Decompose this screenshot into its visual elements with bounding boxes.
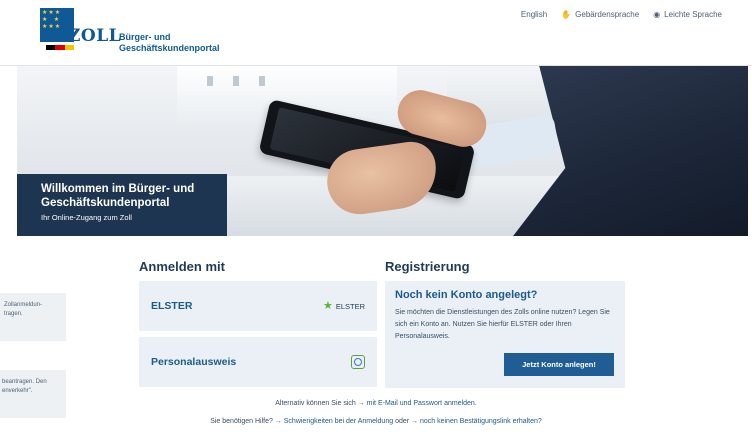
- create-account-button[interactable]: Jetzt Konto anlegen!: [504, 353, 614, 376]
- alternative-login-line: Alternativ können Sie sich → mit E-Mail …: [275, 400, 477, 407]
- portal-name: Bürger- und Geschäftskundenportal: [119, 32, 220, 53]
- easy-language-icon: ◉: [653, 10, 661, 19]
- registration-heading: Registrierung: [385, 259, 470, 274]
- no-confirmation-link[interactable]: → noch keinen Bestätigungslink erhalten?: [411, 418, 542, 425]
- side-info-box: beantragen. Den enverkehr".: [0, 370, 66, 418]
- personalausweis-label: Personalausweis: [151, 356, 237, 368]
- language-links: English ✋ Gebärdensprache ◉ Leichte Spra…: [521, 10, 722, 19]
- eid-icon: [351, 355, 365, 369]
- elster-badge: ★ ELSTER: [322, 300, 365, 312]
- side-info-box: Zollanmeldun- tragen.: [0, 293, 66, 341]
- personalausweis-login-button[interactable]: Personalausweis: [139, 337, 377, 387]
- elster-login-button[interactable]: ELSTER ★ ELSTER: [139, 281, 377, 331]
- zoll-logo[interactable]: ★★★ ★ ★ ★★★ ZOLL Bürger- und Geschäftskund…: [40, 8, 240, 56]
- logo-wordmark: ZOLL: [68, 26, 122, 46]
- sign-language-icon: ✋: [561, 10, 572, 19]
- elster-label: ELSTER: [151, 300, 193, 312]
- easy-language-link[interactable]: ◉ Leichte Sprache: [653, 10, 722, 19]
- registration-card-title: Noch kein Konto angelegt?: [395, 289, 538, 301]
- hero-subtitle: Ihr Online-Zugang zum Zoll: [41, 213, 132, 222]
- login-problems-link[interactable]: → Schwierigkeiten bei der Anmeldung: [275, 418, 393, 425]
- hero-caption: Willkommen im Bürger- und Geschäftskunde…: [17, 174, 227, 236]
- email-password-login-link[interactable]: → mit E-Mail und Passwort anmelden.: [358, 400, 477, 407]
- help-line: Sie benötigen Hilfe? → Schwierigkeiten b…: [210, 418, 542, 425]
- registration-card: Noch kein Konto angelegt? Sie möchten di…: [385, 281, 625, 388]
- site-header: ★★★ ★ ★ ★★★ ZOLL Bürger- und Geschäftskund…: [0, 0, 752, 66]
- login-heading: Anmelden mit: [139, 259, 225, 274]
- english-link[interactable]: English: [521, 10, 547, 19]
- sign-language-link[interactable]: ✋ Gebärdensprache: [561, 10, 639, 19]
- registration-text: Sie möchten die Dienstleistungen des Zol…: [395, 309, 610, 340]
- german-flag-stripe: [46, 45, 74, 50]
- hero-title: Willkommen im Bürger- und Geschäftskunde…: [41, 183, 195, 209]
- elster-star-icon: ★: [322, 300, 333, 312]
